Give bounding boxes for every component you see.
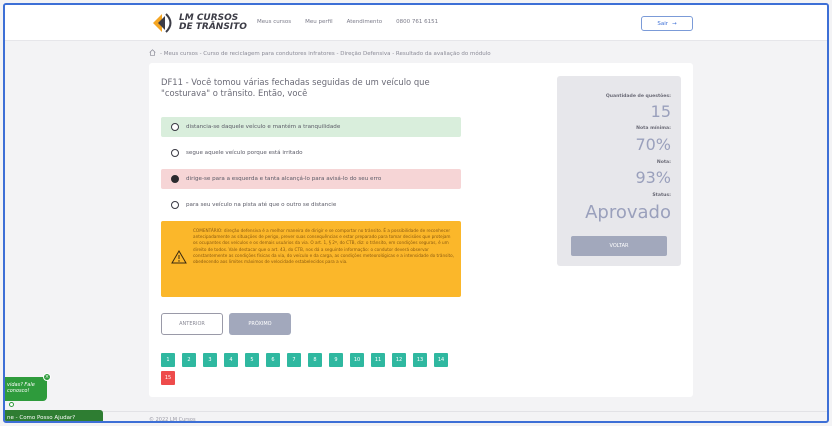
close-icon[interactable]: × [43,373,51,381]
result-panel: Quantidade de questões: 15 Nota mínima: … [557,76,681,266]
breadcrumb: - Meus cursos - Curso de reciclagem para… [149,49,491,58]
option-label: para seu veículo na pista até que o outr… [186,202,337,208]
min-score-label: Nota mínima: [636,126,671,131]
page-button[interactable]: 12 [392,353,406,367]
radio-icon [171,123,179,131]
top-navbar: LM CURSOS DE TRÂNSITO Meus cursos Meu pe… [5,5,827,41]
min-score-value: 70% [635,135,671,154]
page-button[interactable]: 13 [413,353,427,367]
page-button[interactable]: 6 [266,353,280,367]
comment-text: COMENTÁRIO: direção defensiva é a melhor… [193,228,455,265]
nav-phone[interactable]: 0800 761 6151 [396,19,438,25]
page-button[interactable]: 8 [308,353,322,367]
back-button[interactable]: VOLTAR [571,236,667,256]
page-button[interactable]: 9 [329,353,343,367]
page-button[interactable]: 15 [161,371,175,385]
logo-icon [149,11,177,35]
page-button[interactable]: 14 [434,353,448,367]
previous-button[interactable]: ANTERIOR [161,313,223,335]
question-text: DF11 - Você tomou várias fechadas seguid… [161,77,430,98]
home-icon[interactable] [149,49,156,58]
radio-icon [171,149,179,157]
nav-atendimento[interactable]: Atendimento [347,19,382,25]
page-button[interactable]: 3 [203,353,217,367]
questions-count-label: Quantidade de questões: [605,94,671,99]
page-button[interactable]: 5 [245,353,259,367]
radio-icon [171,201,179,209]
comment-box: COMENTÁRIO: direção defensiva é a melhor… [161,221,461,297]
option-label: distancia-se daquele veículo e mantém a … [186,124,341,130]
score-label: Nota: [656,160,671,165]
next-button[interactable]: PRÓXIMO [229,313,291,335]
arrow-right-icon: → [672,20,677,27]
page-button[interactable]: 2 [182,353,196,367]
score-value: 93% [635,168,671,187]
footer-copyright: © 2022 LM Cursos [149,417,196,423]
app-frame: LM CURSOS DE TRÂNSITO Meus cursos Meu pe… [3,3,829,423]
logo[interactable]: LM CURSOS DE TRÂNSITO [149,11,247,35]
option[interactable]: segue aquele veículo porque está irritad… [161,143,461,163]
chat-status-dot [9,402,14,407]
logout-label: Sair [657,20,669,27]
page-button[interactable]: 1 [161,353,175,367]
status-value: Aprovado [585,202,671,223]
chat-bubble[interactable]: vidas? Fale conosco! [5,377,47,401]
status-label: Status: [652,193,671,198]
footer-divider [5,411,827,412]
option[interactable]: para seu veículo na pista até que o outr… [161,195,461,215]
nav-meu-perfil[interactable]: Meu perfil [305,19,333,25]
page-button[interactable]: 11 [371,353,385,367]
nav-meus-cursos[interactable]: Meus cursos [257,19,291,25]
warning-icon [171,249,187,264]
logo-text: LM CURSOS DE TRÂNSITO [179,13,247,32]
page-button[interactable]: 7 [287,353,301,367]
breadcrumb-text[interactable]: - Meus cursos - Curso de reciclagem para… [160,51,491,57]
questions-count-value: 15 [650,102,671,121]
option-correct[interactable]: distancia-se daquele veículo e mantém a … [161,117,461,137]
main-nav: Meus cursos Meu perfil Atendimento 0800 … [257,19,438,25]
logout-button[interactable]: Sair → [641,16,693,31]
whatsapp-chat-bar[interactable]: ne - Como Posso Ajudar? [5,410,103,421]
option-label: dirige-se para a esquerda e tanta alcanç… [186,176,382,182]
page-button[interactable]: 4 [224,353,238,367]
radio-selected-icon [171,175,179,183]
page-button[interactable]: 10 [350,353,364,367]
option-label: segue aquele veículo porque está irritad… [186,150,303,156]
option-selected-wrong[interactable]: dirige-se para a esquerda e tanta alcanç… [161,169,461,189]
